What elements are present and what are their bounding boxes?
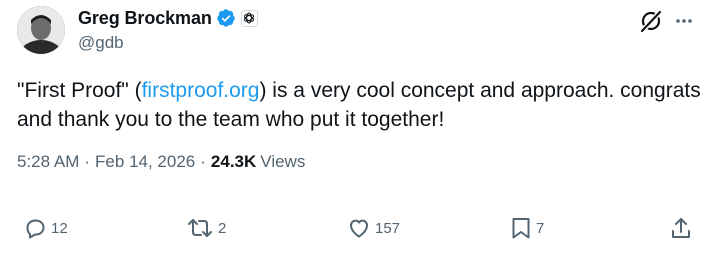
share-button[interactable] bbox=[670, 213, 692, 243]
bookmark-count: 7 bbox=[536, 219, 545, 237]
tweet-date[interactable]: Feb 14, 2026 bbox=[95, 152, 195, 172]
action-bar: 12 2 157 7 bbox=[0, 213, 720, 243]
tweet-meta: 5:28 AM · Feb 14, 2026 · 24.3K Views bbox=[17, 152, 305, 172]
grok-icon[interactable] bbox=[638, 8, 664, 34]
meta-separator: · bbox=[200, 152, 206, 171]
tweet-card: Greg Brockman @gdb "First Proof" (firstp… bbox=[0, 0, 720, 257]
name-row: Greg Brockman bbox=[78, 6, 258, 30]
top-actions bbox=[638, 8, 694, 34]
reply-icon bbox=[23, 216, 47, 240]
repost-button[interactable]: 2 bbox=[186, 213, 226, 243]
handle[interactable]: @gdb bbox=[78, 33, 258, 53]
reply-count: 12 bbox=[51, 219, 68, 237]
bookmark-icon bbox=[510, 216, 532, 240]
avatar[interactable] bbox=[17, 6, 65, 54]
share-icon bbox=[670, 216, 692, 240]
repost-count: 2 bbox=[218, 219, 227, 237]
tweet-text-before-link: "First Proof" ( bbox=[17, 79, 142, 102]
heart-icon bbox=[347, 216, 371, 240]
views-label: Views bbox=[260, 152, 306, 171]
tweet-text: "First Proof" (firstproof.org) is a very… bbox=[17, 76, 707, 134]
views-count: 24.3K bbox=[210, 152, 257, 171]
like-count: 157 bbox=[375, 219, 401, 237]
tweet-header: Greg Brockman @gdb bbox=[78, 6, 258, 53]
more-options-icon[interactable] bbox=[674, 11, 694, 31]
reply-button[interactable]: 12 bbox=[23, 213, 68, 243]
verified-badge-icon[interactable] bbox=[216, 8, 236, 28]
avatar-photo bbox=[17, 6, 65, 54]
display-name[interactable]: Greg Brockman bbox=[78, 8, 212, 29]
meta-separator: · bbox=[84, 152, 91, 171]
bookmark-button[interactable]: 7 bbox=[510, 213, 544, 243]
repost-icon bbox=[186, 216, 214, 240]
tweet-link[interactable]: firstproof.org bbox=[142, 79, 260, 102]
tweet-time[interactable]: 5:28 AM bbox=[17, 152, 79, 172]
openai-logo-icon[interactable] bbox=[240, 9, 258, 27]
like-button[interactable]: 157 bbox=[347, 213, 400, 243]
